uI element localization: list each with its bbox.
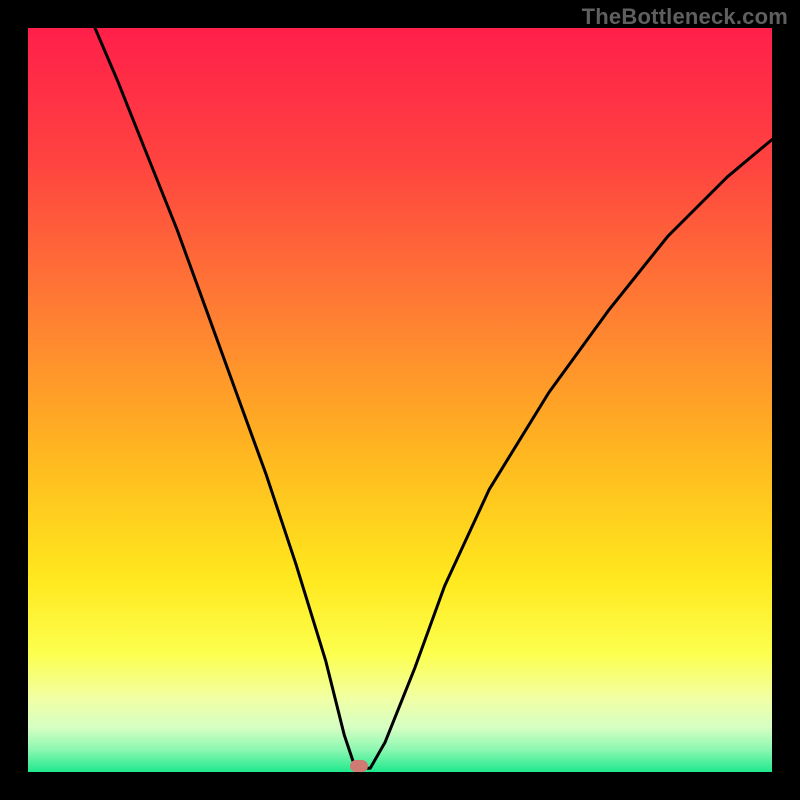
chart-frame: TheBottleneck.com <box>0 0 800 800</box>
optimal-point-marker <box>350 760 368 772</box>
watermark-text: TheBottleneck.com <box>582 4 788 30</box>
plot-area <box>28 28 772 772</box>
plot-svg <box>28 28 772 772</box>
